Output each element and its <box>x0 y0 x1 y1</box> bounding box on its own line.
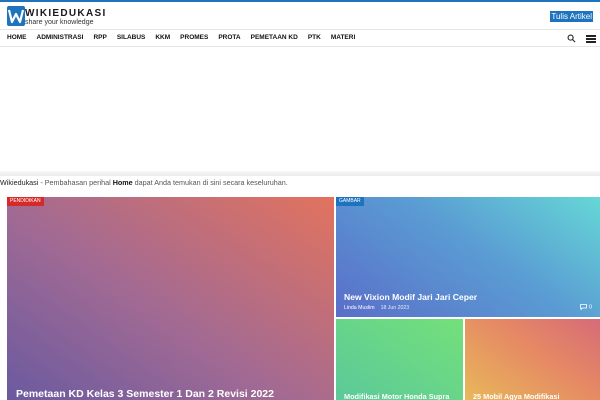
comment-count-value: 0 <box>588 304 592 311</box>
post-title[interactable]: Modifikasi Motor Honda Supra <box>344 392 449 400</box>
intro-brand: Wikiedukasi <box>0 178 39 187</box>
nav-item-prota[interactable]: PROTA <box>213 30 245 47</box>
nav-item-rpp[interactable]: RPP <box>88 30 111 47</box>
logo-title: WIKIEDUKASI <box>25 8 107 19</box>
category-badge[interactable]: GAMBAR <box>336 197 364 206</box>
comment-count[interactable]: 0 <box>580 304 592 311</box>
intro-suffix: dapat Anda temukan di sini secara keselu… <box>132 178 288 187</box>
nav-item-silabus[interactable]: SILABUS <box>112 30 151 47</box>
post-author[interactable]: Linda Muslim <box>344 305 375 311</box>
nav-item-promes[interactable]: PROMES <box>175 30 213 47</box>
nav-item-kkm[interactable]: KKM <box>150 30 175 47</box>
post-meta: Linda Muslim 18 Jun 2023 <box>344 305 409 311</box>
site-logo[interactable]: WIKIEDUKASI share your knowledge <box>7 6 147 28</box>
intro-home-link[interactable]: Home <box>113 178 133 187</box>
featured-post-bottom-left[interactable]: Modifikasi Motor Honda Supra <box>336 319 463 400</box>
main-navigation: HOME ADMINISTRASI RPP SILABUS KKM PROMES… <box>0 29 600 47</box>
ad-space <box>0 48 600 171</box>
site-header: WIKIEDUKASI share your knowledge Tulis A… <box>0 2 600 29</box>
logo-tagline: share your knowledge <box>25 19 94 26</box>
nav-list: HOME ADMINISTRASI RPP SILABUS KKM PROMES… <box>2 30 360 47</box>
intro-text: Wikiedukasi - Pembahasan perihal Home da… <box>0 178 600 189</box>
wikiedukasi-logo-icon <box>7 6 25 26</box>
menu-icon[interactable] <box>586 35 596 43</box>
comment-icon <box>580 304 587 311</box>
intro-prefix: - Pembahasan perihal <box>38 178 113 187</box>
featured-post-top-right[interactable]: GAMBAR New Vixion Modif Jari Jari Ceper … <box>336 197 600 317</box>
write-article-button[interactable]: Tulis Artikel <box>550 11 593 22</box>
featured-posts-grid: PENDIDIKAN Pemetaan KD Kelas 3 Semester … <box>7 197 600 400</box>
nav-item-pemetaan-kd[interactable]: PEMETAAN KD <box>246 30 303 47</box>
search-icon[interactable] <box>567 34 576 43</box>
nav-item-administrasi[interactable]: ADMINISTRASI <box>32 30 89 47</box>
featured-post-main[interactable]: PENDIDIKAN Pemetaan KD Kelas 3 Semester … <box>7 197 334 400</box>
post-title[interactable]: Pemetaan KD Kelas 3 Semester 1 Dan 2 Rev… <box>16 388 274 400</box>
nav-item-ptk[interactable]: PTK <box>303 30 326 47</box>
featured-post-bottom-right[interactable]: 25 Mobil Agya Modifikasi <box>465 319 600 400</box>
nav-item-materi[interactable]: MATERI <box>326 30 360 47</box>
section-divider <box>0 171 600 176</box>
post-title[interactable]: New Vixion Modif Jari Jari Ceper <box>344 292 477 302</box>
nav-item-home[interactable]: HOME <box>2 30 32 47</box>
post-title[interactable]: 25 Mobil Agya Modifikasi <box>473 392 560 400</box>
category-badge[interactable]: PENDIDIKAN <box>7 197 44 206</box>
post-date: 18 Jun 2023 <box>380 305 410 311</box>
